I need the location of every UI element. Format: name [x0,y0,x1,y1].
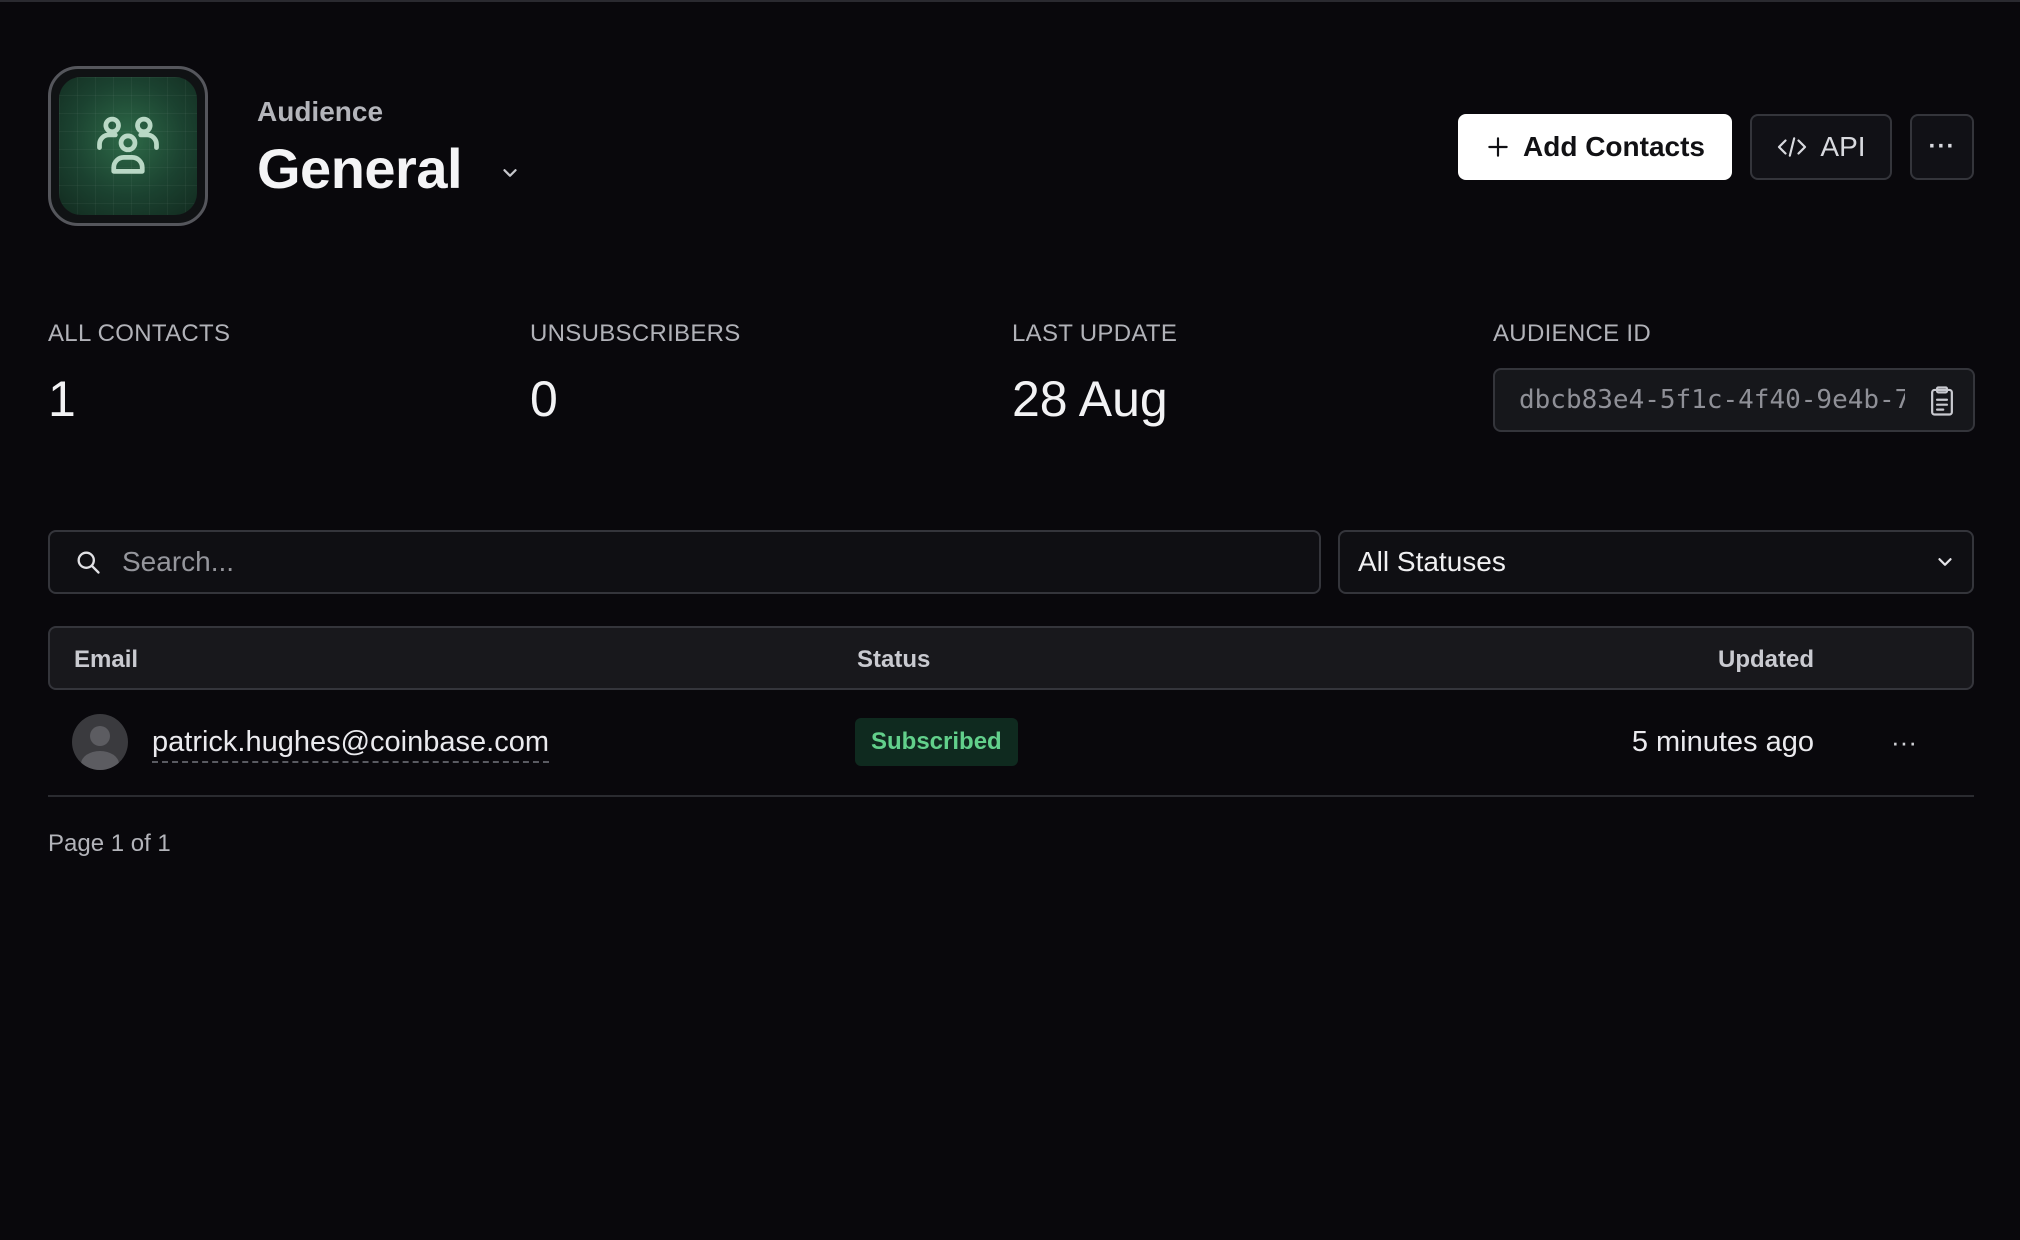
search-field[interactable] [48,530,1321,594]
stat-label: ALL CONTACTS [48,320,231,347]
code-icon [1778,137,1807,157]
stat-value: 28 Aug [1012,371,1168,427]
window-top-border [0,0,2020,2]
search-icon [77,551,100,574]
stat-last-update: LAST UPDATE 28 Aug [1012,320,1177,428]
page-title: General [257,137,463,200]
api-button[interactable]: API [1750,114,1892,180]
copy-audience-id-button[interactable] [1925,384,1959,418]
stat-all-contacts: ALL CONTACTS 1 [48,320,230,428]
stat-label: LAST UPDATE [1012,320,1178,347]
contact-email-link[interactable]: patrick.hughes@coinbase.com [152,726,549,763]
stat-value: 0 [530,371,558,427]
more-horizontal-icon: ··· [1928,133,1956,160]
stat-value: 1 [48,371,76,427]
add-contacts-button[interactable]: Add Contacts [1458,114,1732,180]
add-contacts-label: Add Contacts [1523,131,1705,162]
stat-audience-id: AUDIENCE ID dbcb83e4-5f1c-4f40-9e4b-7 [1493,320,1975,432]
chevron-down-icon [498,161,522,185]
audience-header: Audience General Add Contacts API ··· [48,66,1974,226]
column-header-updated: Updated [1718,646,1814,673]
audience-avatar [48,66,208,226]
stat-label: UNSUBSCRIBERS [530,320,741,347]
column-header-status: Status [857,646,931,673]
table-row[interactable]: patrick.hughes@coinbase.com Subscribed 5… [48,698,1974,796]
audience-stats: ALL CONTACTS 1 UNSUBSCRIBERS 0 LAST UPDA… [48,320,1975,440]
header-actions: Add Contacts API ··· [1458,114,1974,180]
users-group-icon [97,116,159,174]
contact-updated-time: 5 minutes ago [1631,726,1814,758]
table-header: Email Status Updated [48,626,1974,690]
audience-eyebrow: Audience [257,96,384,127]
status-filter-select[interactable]: All Statuses [1338,530,1974,594]
stat-label: AUDIENCE ID [1493,320,1651,347]
audience-title-dropdown[interactable]: General [257,136,522,201]
status-filter-value: All Statuses [1358,546,1506,577]
plus-icon [1488,137,1508,157]
search-input[interactable] [122,546,1222,578]
row-divider [48,795,1974,797]
chevron-down-icon [1938,558,1952,566]
column-header-email: Email [74,646,139,673]
more-horizontal-icon: ··· [1891,726,1917,757]
audience-id-value: dbcb83e4-5f1c-4f40-9e4b-7 [1519,385,1905,415]
more-options-button[interactable]: ··· [1910,114,1974,180]
audience-id-field[interactable]: dbcb83e4-5f1c-4f40-9e4b-7 [1493,368,1975,432]
pagination-info: Page 1 of 1 [48,830,171,857]
row-more-options-button[interactable]: ··· [1884,722,1924,762]
clipboard-icon [1931,386,1953,416]
status-badge: Subscribed [855,718,1018,766]
api-label: API [1820,131,1866,162]
stat-unsubscribers: UNSUBSCRIBERS 0 [530,320,741,428]
avatar-placeholder-icon [72,714,128,770]
